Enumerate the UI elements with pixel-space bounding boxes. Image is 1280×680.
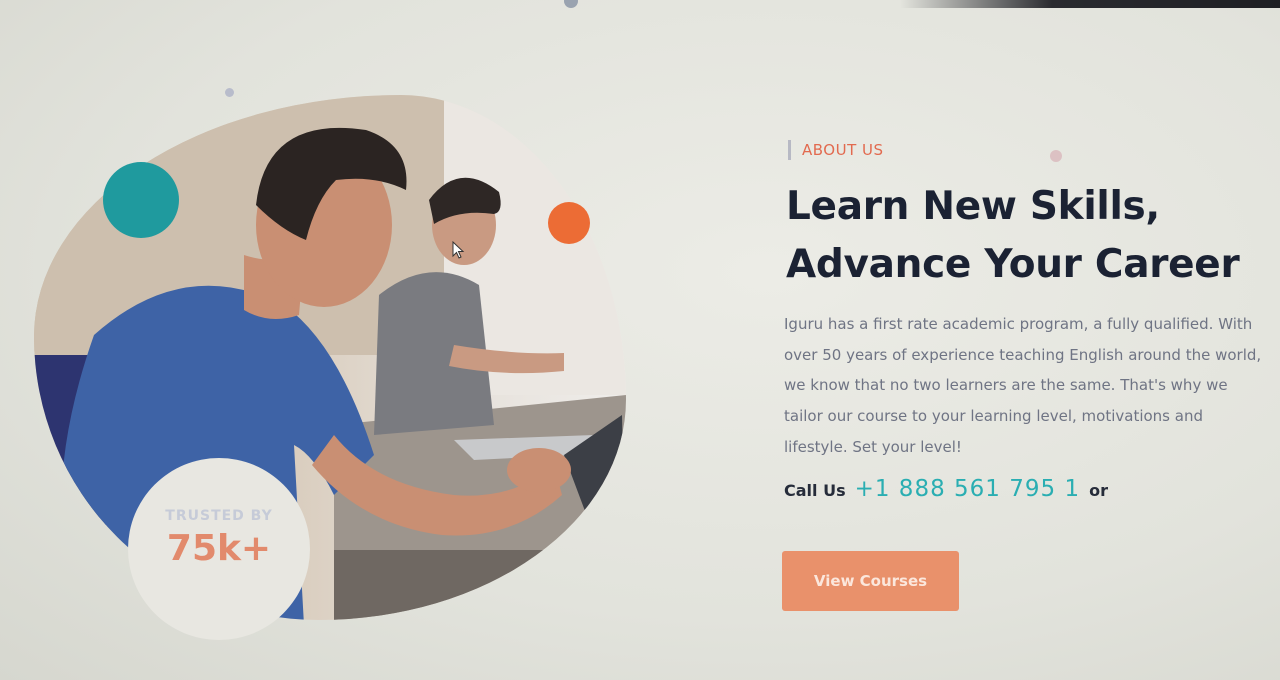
trusted-count: 75k+: [166, 527, 272, 569]
view-courses-button[interactable]: View Courses: [782, 551, 959, 611]
description-line: we know that no two learners are the sam…: [784, 376, 1228, 395]
page-title: Learn New Skills, Advance Your Career: [786, 178, 1266, 294]
call-us-row: Call Us +1 888 561 795 1 or: [784, 476, 1108, 502]
description: Iguru has a first rate academic program,…: [784, 309, 1264, 463]
call-or: or: [1089, 481, 1108, 500]
call-label: Call Us: [784, 481, 846, 500]
phone-link[interactable]: +1 888 561 795 1: [855, 476, 1080, 502]
section-tag-bar: [788, 140, 791, 160]
decorative-dot: [564, 0, 578, 8]
description-line: over 50 years of experience teaching Eng…: [784, 345, 1262, 364]
section-tag: ABOUT US: [788, 140, 884, 160]
section-tag-label: ABOUT US: [802, 141, 884, 159]
decorative-dot: [1050, 150, 1062, 162]
trusted-badge: TRUSTED BY 75k+: [128, 458, 310, 640]
orange-accent-circle: [548, 202, 590, 244]
trusted-label: TRUSTED BY: [165, 507, 273, 524]
description-line: Iguru has a first rate academic program,…: [784, 315, 1253, 333]
title-line-1: Learn New Skills,: [786, 184, 1160, 229]
description-line: tailor our course to your learning level…: [784, 407, 1203, 426]
mouse-pointer-icon: [452, 241, 465, 259]
description-line: lifestyle. Set your level!: [784, 437, 962, 456]
title-line-2: Advance Your Career: [786, 242, 1240, 287]
teal-accent-circle: [103, 162, 179, 238]
screen-edge: [900, 0, 1280, 8]
